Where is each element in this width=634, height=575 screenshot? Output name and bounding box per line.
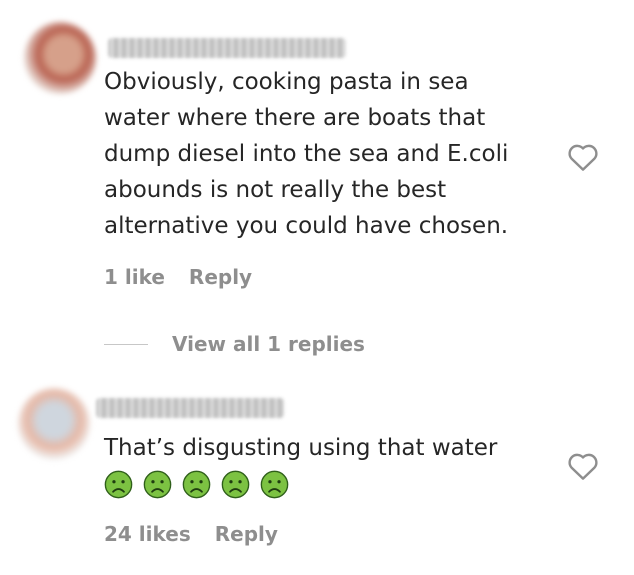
like-count[interactable]: 24 likes bbox=[104, 522, 191, 546]
reply-button[interactable]: Reply bbox=[189, 265, 252, 289]
comment-line: That’s disgusting using that water bbox=[104, 435, 498, 461]
like-count[interactable]: 1 like bbox=[104, 265, 165, 289]
comment-line: dump diesel into the sea and E.coli bbox=[104, 141, 509, 167]
nauseated-face-emoji-icon bbox=[182, 470, 211, 499]
nauseated-face-emoji-icon bbox=[221, 470, 250, 499]
emoji-row bbox=[104, 470, 289, 499]
comment-line: alternative you could have chosen. bbox=[104, 213, 509, 239]
like-heart-icon[interactable] bbox=[567, 142, 599, 172]
like-heart-icon[interactable] bbox=[567, 451, 599, 481]
view-replies-label: View all 1 replies bbox=[172, 332, 365, 356]
comment-line: Obviously, cooking pasta in sea bbox=[104, 69, 469, 95]
view-replies-link[interactable]: View all 1 replies bbox=[104, 332, 365, 356]
nauseated-face-emoji-icon bbox=[104, 470, 133, 499]
commenter-avatar[interactable] bbox=[24, 22, 96, 94]
comment-text: That’s disgusting using that water bbox=[104, 430, 497, 466]
comment-meta: 24 likes Reply bbox=[104, 522, 278, 546]
reply-button[interactable]: Reply bbox=[215, 522, 278, 546]
comment-text: Obviously, cooking pasta in sea water wh… bbox=[104, 64, 508, 244]
nauseated-face-emoji-icon bbox=[260, 470, 289, 499]
commenter-username-blurred[interactable] bbox=[108, 38, 346, 58]
commenter-avatar[interactable] bbox=[18, 388, 90, 460]
comment-line: abounds is not really the best bbox=[104, 177, 447, 203]
nauseated-face-emoji-icon bbox=[143, 470, 172, 499]
comment-meta: 1 like Reply bbox=[104, 265, 252, 289]
view-replies-divider bbox=[104, 343, 148, 345]
comment-line: water where there are boats that bbox=[104, 105, 486, 131]
commenter-username-blurred[interactable] bbox=[96, 398, 284, 418]
